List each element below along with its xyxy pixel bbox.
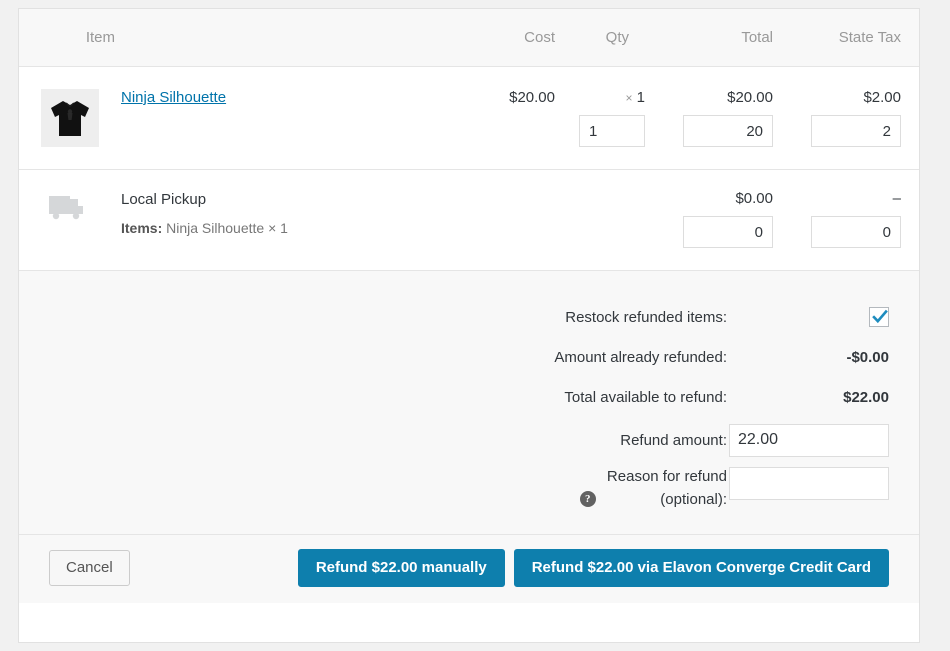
table-header-row: Item Cost Qty Total State Tax <box>19 9 919 67</box>
refund-amount-value-cell <box>727 417 889 463</box>
shipping-total-input-wrap <box>663 207 773 248</box>
line-item-total-input-wrap <box>663 106 773 147</box>
already-refunded-label: Amount already refunded: <box>554 337 727 377</box>
column-header-qty: Qty <box>555 9 663 67</box>
row-refund-amount: Refund amount: <box>554 417 889 463</box>
refund-manually-button[interactable]: Refund $22.00 manually <box>298 549 505 587</box>
tshirt-thumbnail <box>41 89 99 147</box>
row-restock: Restock refunded items: <box>554 297 889 337</box>
line-item-total-cell: $20.00 <box>663 67 791 170</box>
restock-label: Restock refunded items: <box>554 297 727 337</box>
line-item-name-cell: Ninja Silhouette <box>115 67 433 170</box>
shipping-items-value: Ninja Silhouette × 1 <box>166 220 288 236</box>
refund-qty-input[interactable] <box>579 115 645 147</box>
shipping-items-label: Items: <box>121 220 162 236</box>
reason-label-text: Reason for refund (optional): <box>607 465 727 512</box>
total-available-value-cell: $22.00 <box>727 377 889 417</box>
reason-label-cell: ? Reason for refund (optional): <box>554 463 727 512</box>
refund-shipping-tax-input[interactable] <box>811 216 901 248</box>
table-row-line-item: Ninja Silhouette $20.00 × 1 $20.00 <box>19 67 919 170</box>
already-refunded-value-cell: -$0.00 <box>727 337 889 377</box>
line-item-tax-cell: $2.00 <box>791 67 919 170</box>
line-item-tax-input-wrap <box>791 106 901 147</box>
restock-value-cell <box>727 297 889 337</box>
line-item-state-tax: $2.00 <box>863 89 901 106</box>
column-header-spacer <box>115 9 433 67</box>
refund-footer: Cancel Refund $22.00 manually Refund $22… <box>19 534 919 603</box>
truck-glyph <box>47 190 87 224</box>
shipping-cost-cell <box>433 170 555 271</box>
refund-state-tax-input[interactable] <box>811 115 901 147</box>
refund-via-gateway-button[interactable]: Refund $22.00 via Elavon Converge Credit… <box>514 549 889 587</box>
tshirt-icon <box>41 89 99 147</box>
truck-icon <box>47 211 87 228</box>
column-header-item: Item <box>19 9 115 67</box>
shipping-details-cell: Local Pickup Items: Ninja Silhouette × 1 <box>115 170 433 271</box>
shipping-items-meta: Items: Ninja Silhouette × 1 <box>121 220 433 236</box>
table-body: Ninja Silhouette $20.00 × 1 $20.00 <box>19 67 919 271</box>
row-already-refunded: Amount already refunded: -$0.00 <box>554 337 889 377</box>
reason-for-refund-input[interactable] <box>729 467 889 500</box>
shipping-icon-cell <box>19 170 115 271</box>
line-item-qty-input-wrap <box>555 106 645 147</box>
line-item-qty-cell: × 1 <box>555 67 663 170</box>
refund-total-input[interactable] <box>683 115 773 147</box>
footer-actions: Refund $22.00 manually Refund $22.00 via… <box>298 549 889 587</box>
column-header-item-label: Item <box>86 29 115 46</box>
line-item-thumbnail-cell <box>19 67 115 170</box>
shipping-tax-input-wrap <box>791 207 901 248</box>
row-reason-for-refund: ? Reason for refund (optional): <box>554 463 889 512</box>
shipping-method-name: Local Pickup <box>121 190 433 210</box>
column-header-state-tax-label: State Tax <box>839 29 919 46</box>
line-item-cost: $20.00 <box>509 89 555 106</box>
refund-summary-table: Restock refunded items: Amount already r… <box>554 297 889 512</box>
line-item-total: $20.00 <box>727 89 773 106</box>
line-item-cost-cell: $20.00 <box>433 67 555 170</box>
reason-label-line2: (optional): <box>660 491 727 508</box>
refund-amount-label: Refund amount: <box>554 417 727 463</box>
row-total-available: Total available to refund: $22.00 <box>554 377 889 417</box>
column-header-total: Total <box>663 9 791 67</box>
reason-value-cell <box>727 463 889 512</box>
column-header-state-tax: State Tax <box>791 9 919 67</box>
already-refunded-value: -$0.00 <box>846 349 889 366</box>
shipping-total: $0.00 <box>735 190 773 207</box>
column-header-qty-label: Qty <box>606 29 663 46</box>
refund-amount-input[interactable] <box>729 424 889 457</box>
order-items-table: Item Cost Qty Total State Tax <box>19 9 919 270</box>
shipping-total-cell: $0.00 <box>663 170 791 271</box>
total-available-value: $22.00 <box>843 389 889 406</box>
cancel-button[interactable]: Cancel <box>49 550 130 586</box>
refund-summary-section: Restock refunded items: Amount already r… <box>19 270 919 534</box>
refund-panel: Item Cost Qty Total State Tax <box>18 8 920 643</box>
column-header-cost: Cost <box>433 9 555 67</box>
qty-multiply-symbol: × <box>625 91 632 105</box>
reason-label-line1: Reason for refund <box>607 468 727 485</box>
restock-checkbox[interactable] <box>869 307 889 327</box>
total-available-label: Total available to refund: <box>554 377 727 417</box>
product-link[interactable]: Ninja Silhouette <box>121 89 226 106</box>
table-row-shipping: Local Pickup Items: Ninja Silhouette × 1… <box>19 170 919 271</box>
shipping-state-tax: – <box>893 190 901 207</box>
checkmark-icon <box>871 308 889 326</box>
column-header-total-label: Total <box>741 29 791 46</box>
shipping-qty-cell <box>555 170 663 271</box>
line-item-qty-display: × 1 <box>625 89 645 106</box>
help-circle-icon[interactable]: ? <box>580 491 596 507</box>
shipping-tax-cell: – <box>791 170 919 271</box>
table-header: Item Cost Qty Total State Tax <box>19 9 919 67</box>
line-item-qty-value: 1 <box>637 89 645 106</box>
refund-shipping-total-input[interactable] <box>683 216 773 248</box>
